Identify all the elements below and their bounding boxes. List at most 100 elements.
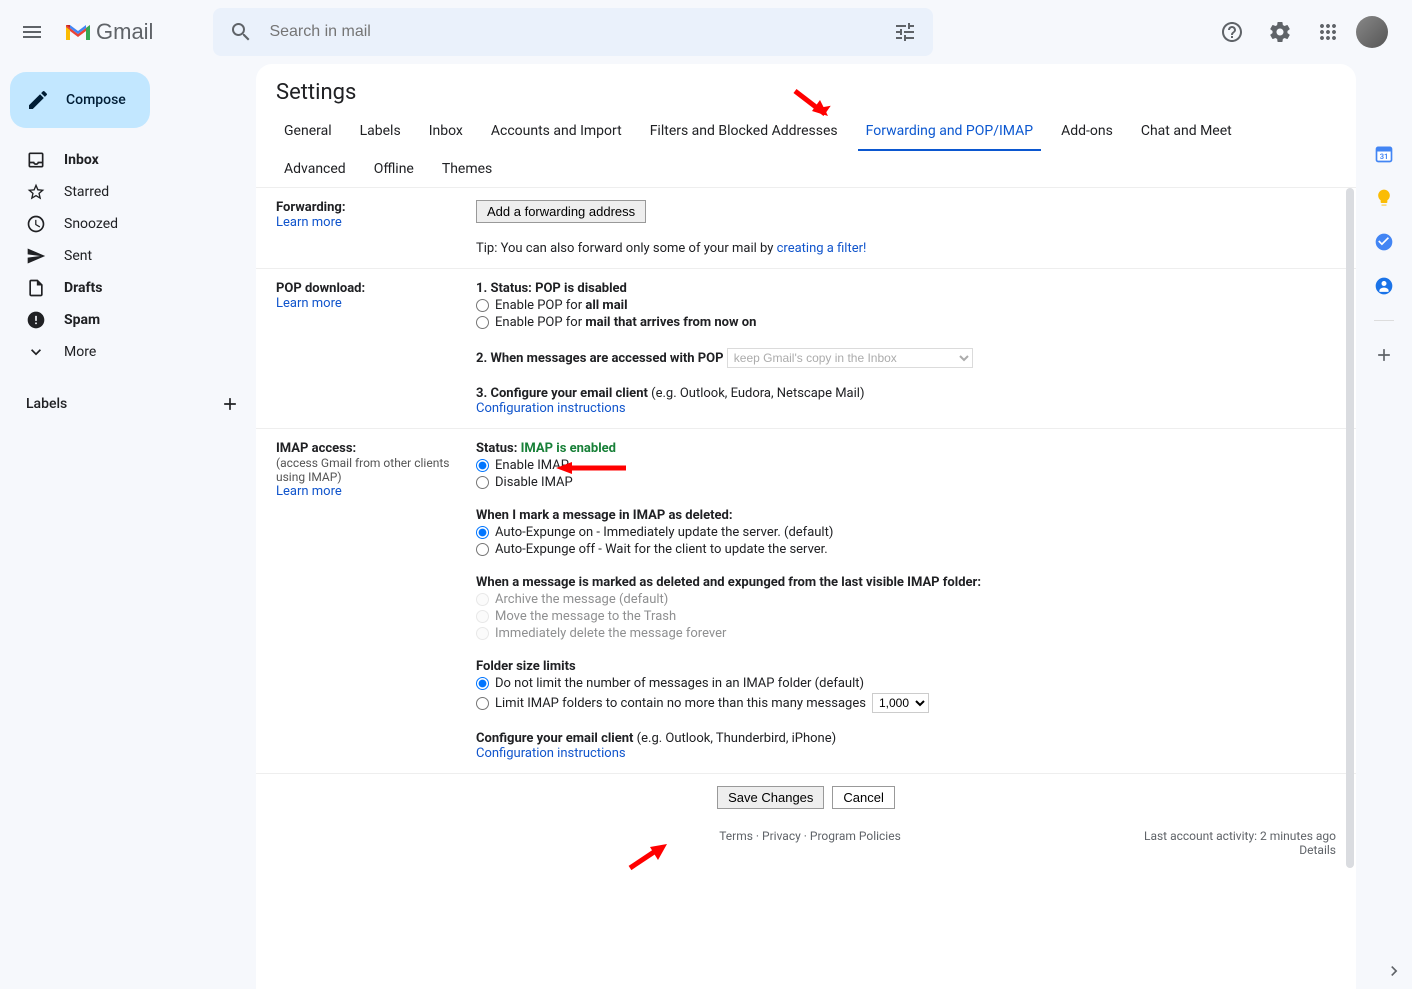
imap-configure-suffix: (e.g. Outlook, Thunderbird, iPhone) — [637, 731, 836, 746]
expunge-archive-radio — [476, 593, 489, 606]
imap-enable-option[interactable]: Enable IMAP — [476, 458, 1336, 473]
keep-app-icon[interactable] — [1374, 188, 1394, 208]
gmail-logo-icon — [64, 21, 92, 43]
expunge-trash-radio — [476, 610, 489, 623]
apps-button[interactable] — [1308, 12, 1348, 52]
forwarding-tip-text: Tip: You can also forward only some of y… — [476, 241, 777, 256]
imap-enable-radio[interactable] — [476, 459, 489, 472]
compose-label: Compose — [66, 92, 126, 108]
calendar-app-icon[interactable]: 31 — [1374, 144, 1394, 164]
pop-enable-all-option[interactable]: Enable POP for all mail — [476, 298, 1336, 313]
search-button[interactable] — [221, 12, 261, 52]
pop-enable-new-option[interactable]: Enable POP for mail that arrives from no… — [476, 315, 1336, 330]
forwarding-learn-more-link[interactable]: Learn more — [276, 215, 342, 230]
compose-button[interactable]: Compose — [10, 72, 150, 128]
nav-item-more[interactable]: More — [0, 336, 256, 368]
folder-nolimit-radio[interactable] — [476, 677, 489, 690]
nav-label: Drafts — [64, 280, 102, 296]
nav-label: More — [64, 344, 96, 360]
search-bar[interactable] — [213, 8, 933, 56]
nav-item-snoozed[interactable]: Snoozed — [0, 208, 256, 240]
file-icon — [26, 278, 46, 298]
pop-download-label: POP download: — [276, 281, 476, 296]
pop-status-value: POP is disabled — [535, 281, 627, 296]
folder-nolimit-option[interactable]: Do not limit the number of messages in a… — [476, 676, 1336, 691]
save-changes-button[interactable]: Save Changes — [717, 786, 824, 809]
tab-advanced[interactable]: Advanced — [276, 151, 354, 187]
terms-link[interactable]: Terms — [719, 829, 753, 843]
nav-item-sent[interactable]: Sent — [0, 240, 256, 272]
alert-icon — [26, 310, 46, 330]
scrollbar-thumb[interactable] — [1346, 188, 1354, 868]
forwarding-label: Forwarding: — [276, 200, 476, 215]
imap-disable-radio[interactable] — [476, 476, 489, 489]
pop-enable-new-radio[interactable] — [476, 316, 489, 329]
imap-deleted-header: When I mark a message in IMAP as deleted… — [476, 508, 1336, 523]
pop-learn-more-link[interactable]: Learn more — [276, 296, 342, 311]
tab-inbox[interactable]: Inbox — [421, 113, 471, 151]
privacy-link[interactable]: Privacy — [762, 829, 801, 843]
expunge-delete-option: Immediately delete the message forever — [476, 626, 1336, 641]
search-icon — [229, 20, 253, 44]
send-icon — [26, 246, 46, 266]
tab-offline[interactable]: Offline — [366, 151, 422, 187]
pop-section2-label: 2. When messages are accessed with POP — [476, 351, 724, 366]
imap-disable-option[interactable]: Disable IMAP — [476, 475, 1336, 490]
nav-item-spam[interactable]: Spam — [0, 304, 256, 336]
pop-section3-prefix: 3. Configure your email client — [476, 386, 651, 401]
nav-label: Snoozed — [64, 216, 118, 232]
folder-limit-radio[interactable] — [476, 697, 489, 710]
tab-general[interactable]: General — [276, 113, 340, 151]
tab-chat-and-meet[interactable]: Chat and Meet — [1133, 113, 1240, 151]
pop-config-instructions-link[interactable]: Configuration instructions — [476, 401, 626, 416]
folder-limits-header: Folder size limits — [476, 659, 1336, 674]
tab-themes[interactable]: Themes — [434, 151, 500, 187]
cancel-button[interactable]: Cancel — [832, 786, 894, 809]
expunge-off-option[interactable]: Auto-Expunge off - Wait for the client t… — [476, 542, 1336, 557]
search-input[interactable] — [261, 23, 885, 41]
folder-limit-option[interactable]: Limit IMAP folders to contain no more th… — [476, 693, 1336, 713]
contacts-app-icon[interactable] — [1374, 276, 1394, 296]
tasks-app-icon[interactable] — [1374, 232, 1394, 252]
add-label-button[interactable] — [220, 394, 240, 414]
tab-forwarding-and-pop-imap[interactable]: Forwarding and POP/IMAP — [858, 113, 1041, 151]
last-activity-text: Last account activity: 2 minutes ago — [1144, 829, 1336, 843]
side-panel-toggle[interactable] — [1384, 961, 1404, 981]
account-avatar[interactable] — [1356, 16, 1388, 48]
tab-accounts-and-import[interactable]: Accounts and Import — [483, 113, 630, 151]
pop-status-prefix: 1. Status: — [476, 281, 535, 296]
gmail-logo-area[interactable]: Gmail — [60, 19, 153, 45]
nav-label: Inbox — [64, 152, 99, 168]
add-forwarding-address-button[interactable]: Add a forwarding address — [476, 200, 646, 223]
support-button[interactable] — [1212, 12, 1252, 52]
creating-filter-link[interactable]: creating a filter! — [777, 241, 867, 256]
tab-add-ons[interactable]: Add-ons — [1053, 113, 1121, 151]
page-title: Settings — [256, 64, 1356, 113]
tab-labels[interactable]: Labels — [352, 113, 409, 151]
nav-item-starred[interactable]: Starred — [0, 176, 256, 208]
details-link[interactable]: Details — [1299, 843, 1336, 857]
nav-item-drafts[interactable]: Drafts — [0, 272, 256, 304]
pop-action-select: keep Gmail's copy in the Inbox — [727, 348, 973, 368]
labels-heading: Labels — [26, 396, 67, 412]
inbox-icon — [26, 150, 46, 170]
settings-button[interactable] — [1260, 12, 1300, 52]
policies-link[interactable]: Program Policies — [810, 829, 901, 843]
folder-limit-select[interactable]: 1,000 — [872, 693, 929, 713]
main-menu-button[interactable] — [8, 8, 56, 56]
app-name: Gmail — [96, 19, 153, 45]
gear-icon — [1268, 20, 1292, 44]
tab-filters-and-blocked-addresses[interactable]: Filters and Blocked Addresses — [642, 113, 846, 151]
hamburger-icon — [20, 20, 44, 44]
nav-item-inbox[interactable]: Inbox — [0, 144, 256, 176]
get-addons-button[interactable] — [1374, 345, 1394, 365]
pop-enable-all-radio[interactable] — [476, 299, 489, 312]
expunge-on-option[interactable]: Auto-Expunge on - Immediately update the… — [476, 525, 1336, 540]
imap-config-instructions-link[interactable]: Configuration instructions — [476, 746, 626, 761]
imap-learn-more-link[interactable]: Learn more — [276, 484, 342, 499]
pop-section3-suffix: (e.g. Outlook, Eudora, Netscape Mail) — [651, 386, 864, 401]
search-options-button[interactable] — [885, 12, 925, 52]
expunge-off-radio[interactable] — [476, 543, 489, 556]
expunge-delete-radio — [476, 627, 489, 640]
expunge-on-radio[interactable] — [476, 526, 489, 539]
